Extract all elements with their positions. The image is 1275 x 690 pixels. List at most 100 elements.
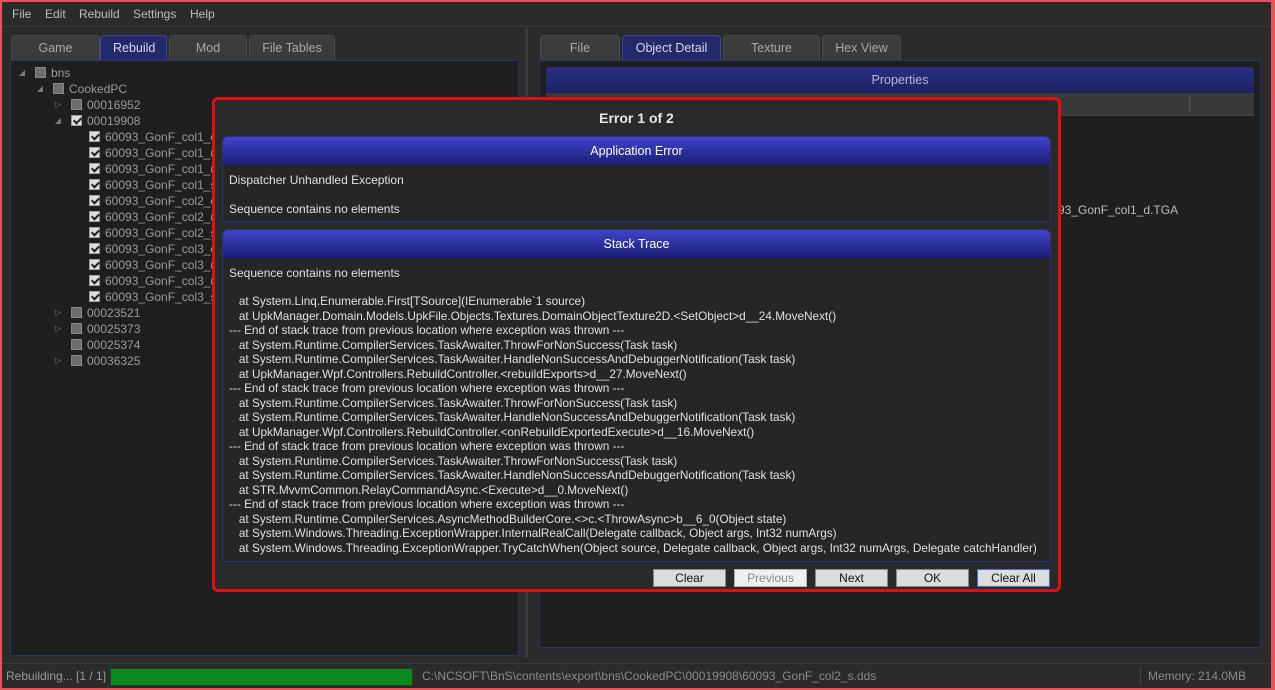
- tab-hex-view[interactable]: Hex View: [822, 35, 901, 60]
- tree-item-checkbox[interactable]: [71, 355, 82, 366]
- stack-trace-text[interactable]: at System.Linq.Enumerable.First[TSource]…: [229, 294, 1046, 555]
- tab-file-tables[interactable]: File Tables: [249, 35, 335, 60]
- tree-item-checkbox[interactable]: [89, 275, 100, 286]
- error-detail: Sequence contains no elements: [229, 202, 400, 216]
- tree-item-label: 60093_GonF_col1_d: [105, 130, 218, 144]
- expand-arrow-icon[interactable]: ▷: [53, 353, 63, 369]
- menu-rebuild[interactable]: Rebuild: [79, 7, 120, 21]
- tree-item-checkbox[interactable]: [89, 243, 100, 254]
- tree-item[interactable]: ◢ CookedPC: [11, 81, 491, 97]
- property-value: 93_GonF_col1_d.TGA: [1058, 203, 1179, 217]
- tree-item-label: bns: [51, 66, 71, 80]
- tab-game-files[interactable]: Game Files: [11, 35, 100, 80]
- status-text: Rebuilding... [1 / 1]: [6, 669, 107, 683]
- collapse-arrow-icon[interactable]: ◢: [17, 65, 27, 81]
- tree-item-checkbox[interactable]: [89, 131, 100, 142]
- tree-item[interactable]: ◢ bns: [11, 65, 491, 81]
- stack-message: Sequence contains no elements: [229, 266, 400, 280]
- memory-usage: Memory: 214.0MB: [1148, 669, 1247, 683]
- tree-item-label: 60093_GonF_col1_n: [105, 162, 218, 176]
- stack-trace-line: at System.Runtime.CompilerServices.Async…: [229, 511, 787, 526]
- clear-all-button[interactable]: Clear All: [977, 569, 1050, 587]
- tree-item-checkbox[interactable]: [71, 339, 82, 350]
- tree-item-checkbox[interactable]: [89, 163, 100, 174]
- collapse-arrow-icon[interactable]: ◢: [53, 113, 63, 129]
- tree-item-checkbox[interactable]: [89, 195, 100, 206]
- stack-trace-line: at System.Runtime.CompilerServices.TaskA…: [229, 453, 678, 468]
- tree-item-checkbox[interactable]: [53, 83, 64, 94]
- tree-item-label: 00025374: [87, 338, 141, 352]
- collapse-arrow-icon[interactable]: ◢: [35, 81, 45, 97]
- stack-trace-section: Stack Trace Sequence contains no element…: [222, 229, 1051, 562]
- stack-trace-line: --- End of stack trace from previous loc…: [229, 439, 625, 453]
- properties-header: Properties: [546, 67, 1254, 93]
- tree-item-label: 60093_GonF_col3_s: [105, 290, 217, 304]
- tree-item-label: 60093_GonF_col1_m: [105, 146, 221, 160]
- tab-rebuild[interactable]: Rebuild: [100, 35, 167, 60]
- dialog-title: Error 1 of 2: [599, 110, 674, 126]
- stack-trace-line: at UpkManager.Wpf.Controllers.RebuildCon…: [229, 366, 687, 381]
- tree-item-checkbox[interactable]: [89, 179, 100, 190]
- stack-trace-line: at System.Runtime.CompilerServices.TaskA…: [229, 337, 678, 352]
- next-button[interactable]: Next: [815, 569, 888, 587]
- stack-trace-line: at System.Runtime.CompilerServices.TaskA…: [229, 352, 796, 366]
- tree-item-checkbox[interactable]: [35, 67, 46, 78]
- tree-item-label: 00016952: [87, 98, 141, 112]
- tree-item-checkbox[interactable]: [71, 99, 82, 110]
- tree-item-checkbox[interactable]: [89, 259, 100, 270]
- expand-arrow-icon[interactable]: ▷: [53, 321, 63, 337]
- expand-arrow-icon[interactable]: ▷: [53, 305, 63, 321]
- stack-trace-header: Stack Trace: [223, 230, 1050, 258]
- stack-trace-line: at System.Windows.Threading.ExceptionWra…: [229, 540, 1037, 555]
- tree-item-label: 60093_GonF_col2_m: [105, 210, 221, 224]
- clear-button[interactable]: Clear: [653, 569, 726, 587]
- expand-arrow-icon[interactable]: ▷: [53, 97, 63, 113]
- tree-item-label: 60093_GonF_col2_s: [105, 226, 217, 240]
- stack-trace-line: at UpkManager.Wpf.Controllers.RebuildCon…: [229, 424, 755, 439]
- tree-item-label: CookedPC: [69, 82, 128, 96]
- stack-trace-line: at System.Windows.Threading.ExceptionWra…: [229, 526, 837, 540]
- ok-button[interactable]: OK: [896, 569, 969, 587]
- application-error-header: Application Error: [223, 137, 1050, 165]
- tree-item-checkbox[interactable]: [71, 323, 82, 334]
- tab-file-detail[interactable]: File Detail: [540, 35, 620, 80]
- stack-trace-line: at System.Runtime.CompilerServices.TaskA…: [229, 468, 796, 482]
- menu-file[interactable]: File: [12, 7, 31, 21]
- tab-object-detail[interactable]: Object Detail: [622, 35, 721, 60]
- tree-item-label: 60093_GonF_col3_m: [105, 258, 221, 272]
- tree-item-checkbox[interactable]: [89, 147, 100, 158]
- tree-item-checkbox[interactable]: [89, 227, 100, 238]
- application-error-section: Application Error Dispatcher Unhandled E…: [222, 136, 1051, 222]
- status-bar: Rebuilding... [1 / 1] C:\NCSOFT\BnS\cont…: [2, 663, 1271, 688]
- tree-item-checkbox[interactable]: [89, 291, 100, 302]
- menu-bar: File Edit Rebuild Settings Help: [2, 2, 1271, 27]
- tree-item-label: 60093_GonF_col3_n: [105, 274, 218, 288]
- tree-item-label: 00025373: [87, 322, 141, 336]
- tree-item-label: 60093_GonF_col1_s: [105, 178, 217, 192]
- tree-item-label: 60093_GonF_col3_d: [105, 242, 218, 256]
- tree-item-label: 00019908: [87, 114, 141, 128]
- stack-trace-line: at STR.MvvmCommon.RelayCommandAsync.<Exe…: [229, 482, 629, 497]
- stack-trace-line: --- End of stack trace from previous loc…: [229, 381, 625, 395]
- stack-trace-line: at System.Linq.Enumerable.First[TSource]…: [229, 294, 586, 308]
- progress-bar: [110, 668, 413, 686]
- menu-edit[interactable]: Edit: [45, 7, 66, 21]
- tab-texture-view[interactable]: Texture View: [723, 35, 820, 80]
- status-path: C:\NCSOFT\BnS\contents\export\bns\Cooked…: [422, 669, 877, 683]
- tab-mod-files[interactable]: Mod Files: [169, 35, 247, 80]
- stack-trace-line: at System.Runtime.CompilerServices.TaskA…: [229, 395, 678, 410]
- tree-item-label: 00036325: [87, 354, 141, 368]
- stack-trace-line: --- End of stack trace from previous loc…: [229, 323, 625, 337]
- previous-button[interactable]: Previous: [734, 569, 807, 587]
- menu-settings[interactable]: Settings: [133, 7, 176, 21]
- tree-item-checkbox[interactable]: [89, 211, 100, 222]
- error-dialog: Error 1 of 2 Application Error Dispatche…: [212, 97, 1061, 592]
- tree-item-checkbox[interactable]: [71, 307, 82, 318]
- tree-item-checkbox[interactable]: [71, 115, 82, 126]
- stack-trace-line: --- End of stack trace from previous loc…: [229, 497, 625, 511]
- app-window: File Edit Rebuild Settings Help Game Fil…: [2, 2, 1271, 688]
- stack-trace-line: at System.Runtime.CompilerServices.TaskA…: [229, 410, 796, 424]
- menu-help[interactable]: Help: [190, 7, 215, 21]
- tree-item-label: 60093_GonF_col2_d: [105, 194, 218, 208]
- error-message: Dispatcher Unhandled Exception: [229, 173, 404, 187]
